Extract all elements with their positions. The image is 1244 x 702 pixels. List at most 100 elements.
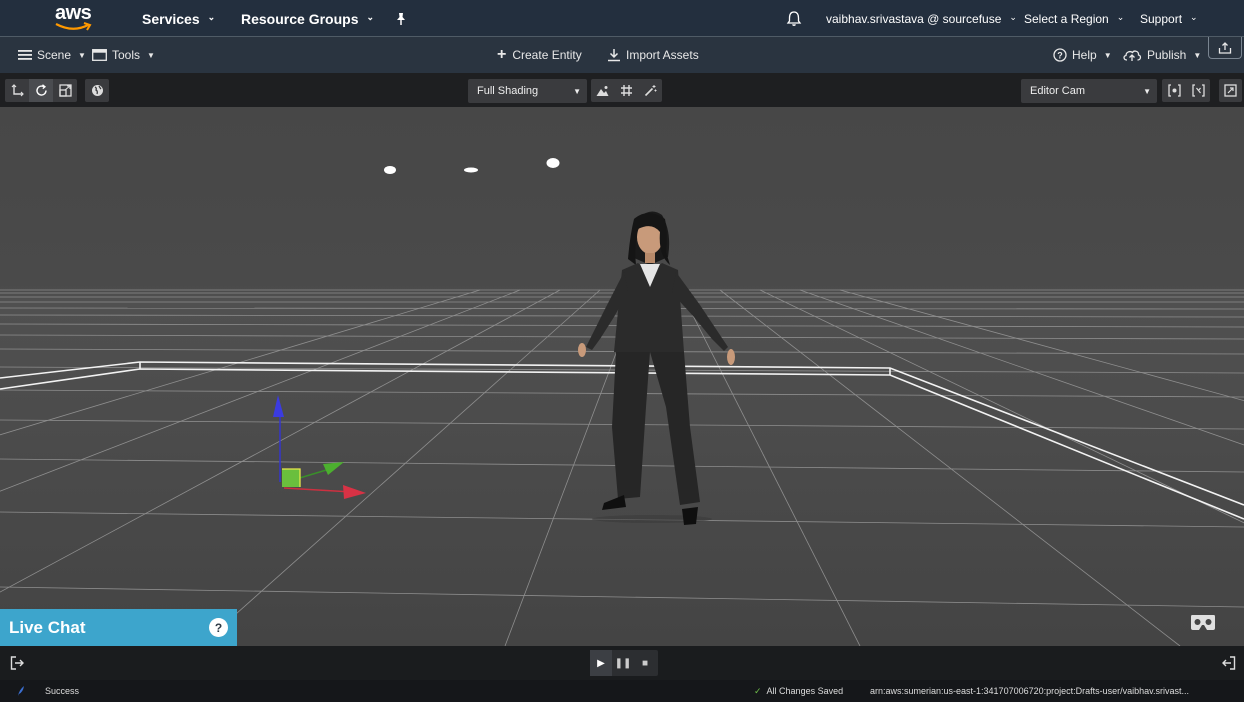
resource-groups-label: Resource Groups xyxy=(241,10,359,27)
effects-button[interactable] xyxy=(638,79,662,102)
window-icon xyxy=(92,49,107,61)
scene-viewport[interactable] xyxy=(0,107,1244,646)
scene-canvas[interactable] xyxy=(0,107,1244,646)
save-status-label: All Changes Saved xyxy=(766,686,844,696)
collapse-left-panel-button[interactable] xyxy=(10,656,24,675)
cloud-upload-icon xyxy=(1123,50,1142,61)
scene-label: Scene xyxy=(37,48,72,62)
plus-icon: + xyxy=(497,46,507,63)
account-menu[interactable]: vaibhav.srivastava @ sourcefuse ⌄ xyxy=(826,0,1017,37)
fullscreen-button[interactable] xyxy=(1219,79,1242,102)
playback-controls: ▶ ❚❚ ■ xyxy=(590,650,658,676)
chevron-down-icon: ⌄ xyxy=(207,12,216,22)
move-axis-icon xyxy=(11,84,24,97)
frame-all-button[interactable] xyxy=(1186,79,1210,102)
aws-top-bar: aws Services ⌄ Resource Groups ⌄ vaibhav… xyxy=(0,0,1244,37)
translate-tool-button[interactable] xyxy=(5,79,29,102)
support-label: Support xyxy=(1140,11,1183,26)
chevron-down-icon: ⌄ xyxy=(1009,12,1017,22)
svg-text:?: ? xyxy=(1057,51,1063,61)
status-indicator xyxy=(16,680,26,702)
feather-icon xyxy=(18,686,24,696)
import-assets-label: Import Assets xyxy=(626,48,699,62)
caret-down-icon: ▼ xyxy=(78,50,86,60)
live-chat-help-icon[interactable]: ? xyxy=(209,618,228,637)
notifications-button[interactable] xyxy=(786,0,802,37)
hamburger-icon xyxy=(18,50,32,60)
viewport-toolbar: Full Shading ▼ Editor Cam ▼ xyxy=(0,73,1244,107)
services-label: Services xyxy=(142,10,200,27)
pin-button[interactable] xyxy=(394,0,408,37)
share-icon xyxy=(1218,41,1232,54)
tools-label: Tools xyxy=(112,48,141,62)
editor-menu-bar: Scene ▼ Tools ▼ + Create Entity Import A… xyxy=(0,37,1244,73)
account-label: vaibhav.srivastava @ sourcefuse xyxy=(826,11,1002,26)
fullscreen-toggle xyxy=(1219,79,1242,102)
camera-frame-tools xyxy=(1162,79,1210,102)
tools-menu[interactable]: Tools ▼ xyxy=(92,37,155,73)
scene-menu[interactable]: Scene ▼ xyxy=(18,37,86,73)
grid-button[interactable] xyxy=(615,79,639,102)
chevron-down-icon: ⌄ xyxy=(1116,12,1125,22)
project-arn: arn:aws:sumerian:us-east-1:341707006720:… xyxy=(870,686,1189,696)
status-message: Success xyxy=(45,686,80,696)
collapse-right-panel-button[interactable] xyxy=(1222,656,1236,675)
check-icon: ✓ xyxy=(754,685,762,696)
region-label: Select a Region xyxy=(1024,11,1109,26)
panel-enter-icon xyxy=(1222,656,1236,670)
publish-label: Publish xyxy=(1147,48,1187,62)
rotate-tool-button[interactable] xyxy=(29,79,53,102)
frame-selection-icon xyxy=(1167,84,1181,97)
frame-all-icon xyxy=(1191,84,1205,97)
rotate-icon xyxy=(35,84,47,96)
pause-button[interactable]: ❚❚ xyxy=(612,650,634,676)
aws-logo-text: aws xyxy=(55,2,92,24)
world-space-button[interactable] xyxy=(85,79,109,102)
caret-down-icon: ▼ xyxy=(1193,50,1202,60)
services-menu[interactable]: Services ⌄ xyxy=(142,0,215,37)
magic-wand-icon xyxy=(644,85,657,97)
create-entity-button[interactable]: + Create Entity xyxy=(497,37,582,73)
frame-selected-button[interactable] xyxy=(1162,79,1186,102)
share-button[interactable] xyxy=(1208,37,1242,59)
bell-icon xyxy=(786,11,802,26)
create-entity-label: Create Entity xyxy=(512,48,582,62)
chevron-down-icon: ⌄ xyxy=(1190,12,1198,22)
scale-tool-button[interactable] xyxy=(53,79,77,102)
caret-down-icon: ▼ xyxy=(1103,50,1112,60)
transform-tools xyxy=(5,79,77,102)
play-icon: ▶ xyxy=(597,657,605,669)
resource-groups-menu[interactable]: Resource Groups ⌄ xyxy=(241,0,374,37)
download-icon xyxy=(608,49,620,62)
pin-icon xyxy=(397,12,405,25)
chevron-down-icon: ⌄ xyxy=(366,12,375,22)
live-chat-button[interactable]: Live Chat ? xyxy=(0,609,237,646)
pause-icon: ❚❚ xyxy=(614,657,632,669)
status-bar: Success ✓ All Changes Saved arn:aws:sume… xyxy=(0,680,1244,702)
global-toggle xyxy=(85,79,109,102)
shading-select[interactable]: Full Shading ▼ xyxy=(468,79,587,103)
stop-button[interactable]: ■ xyxy=(634,650,656,676)
publish-menu[interactable]: Publish ▼ xyxy=(1122,37,1201,73)
caret-down-icon: ▼ xyxy=(1143,86,1151,96)
import-assets-button[interactable]: Import Assets xyxy=(607,37,699,73)
mountain-icon xyxy=(596,85,609,96)
environment-button[interactable] xyxy=(591,79,615,102)
shading-value: Full Shading xyxy=(477,85,539,97)
support-menu[interactable]: Support ⌄ xyxy=(1140,0,1198,37)
save-status: ✓ All Changes Saved xyxy=(754,680,843,702)
vr-mode-button[interactable] xyxy=(1190,614,1216,636)
globe-icon xyxy=(91,85,103,96)
aws-logo[interactable]: aws xyxy=(55,3,95,33)
question-circle-icon: ? xyxy=(1053,48,1067,62)
playback-bar: ▶ ❚❚ ■ xyxy=(0,646,1244,680)
help-label: Help xyxy=(1072,48,1097,62)
camera-select[interactable]: Editor Cam ▼ xyxy=(1021,79,1157,103)
expand-icon xyxy=(1224,84,1237,97)
play-button[interactable]: ▶ xyxy=(590,650,612,676)
help-menu[interactable]: ? Help ▼ xyxy=(1053,37,1112,73)
camera-value: Editor Cam xyxy=(1030,85,1086,97)
region-menu[interactable]: Select a Region ⌄ xyxy=(1024,0,1124,37)
caret-down-icon: ▼ xyxy=(147,50,155,60)
caret-down-icon: ▼ xyxy=(573,86,581,96)
